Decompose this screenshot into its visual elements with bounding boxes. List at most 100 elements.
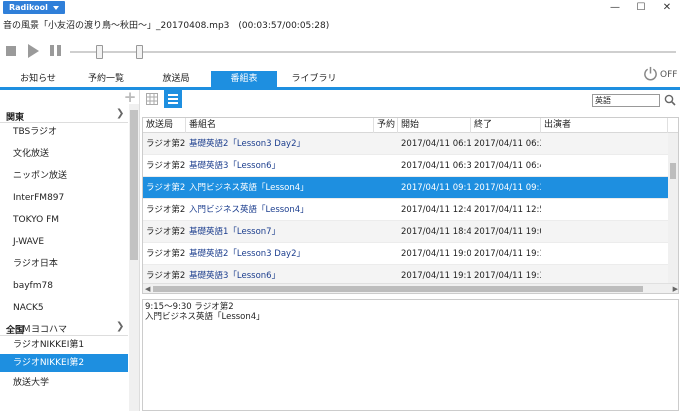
power-icon[interactable] bbox=[643, 66, 658, 81]
tab-reservations[interactable]: 予約一覧 bbox=[76, 71, 136, 87]
column-header-station[interactable]: 放送局 bbox=[143, 118, 186, 133]
table-row[interactable]: ラジオ第2 基礎英語3「Lesson6」 2017/04/11 06:30 20… bbox=[143, 155, 668, 177]
cell-start: 2017/04/11 09:15 bbox=[401, 183, 471, 193]
cell-title: 基礎英語2「Lesson3 Day2」 bbox=[189, 249, 305, 259]
scroll-thumb[interactable] bbox=[153, 286, 643, 292]
list-view-button[interactable] bbox=[164, 90, 182, 108]
cell-station: ラジオ第2 bbox=[146, 205, 186, 215]
stop-button[interactable] bbox=[4, 44, 18, 58]
detail-time-station: 9:15～9:30 ラジオ第2 bbox=[145, 302, 234, 312]
cell-start: 2017/04/11 06:30 bbox=[401, 161, 471, 171]
cell-title: 入門ビジネス英語「Lesson4」 bbox=[189, 205, 309, 215]
close-button[interactable]: ✕ bbox=[654, 0, 680, 15]
play-button[interactable] bbox=[26, 44, 40, 58]
cell-cast bbox=[541, 243, 668, 265]
list-view-icon bbox=[168, 94, 178, 104]
station-item[interactable]: TBSラジオ bbox=[0, 123, 128, 141]
app-menu-button[interactable]: Radikool bbox=[3, 1, 65, 14]
cell-cast bbox=[541, 199, 668, 221]
table-row[interactable]: ラジオ第2 入門ビジネス英語「Lesson4」 2017/04/11 12:40… bbox=[143, 199, 668, 221]
cell-station: ラジオ第2 bbox=[146, 139, 186, 149]
program-detail-pane: 9:15～9:30 ラジオ第2 入門ビジネス英語「Lesson4」 bbox=[142, 299, 679, 411]
station-sidebar: + 関東 ❯ TBSラジオ 文化放送 ニッポン放送 InterFM897 TOK… bbox=[0, 90, 140, 411]
column-header-start[interactable]: 開始 bbox=[398, 118, 471, 133]
column-header-end[interactable]: 終了 bbox=[471, 118, 541, 133]
seek-bar[interactable] bbox=[70, 51, 676, 53]
scroll-right-icon[interactable]: ▶ bbox=[673, 284, 678, 293]
chevron-right-icon[interactable]: ❯ bbox=[116, 108, 124, 119]
sidebar-scrollbar[interactable] bbox=[129, 104, 139, 411]
cell-title: 入門ビジネス英語「Lesson4」 bbox=[189, 183, 309, 193]
station-item[interactable]: ラジオNIKKEI第1 bbox=[0, 336, 128, 354]
cell-cast bbox=[541, 155, 668, 177]
search-input[interactable] bbox=[592, 94, 660, 107]
volume-handle[interactable] bbox=[136, 45, 143, 59]
player-controls bbox=[0, 42, 680, 62]
cell-end: 2017/04/11 19:15 bbox=[474, 249, 541, 259]
cell-end: 2017/04/11 06:45 bbox=[474, 161, 541, 171]
minimize-button[interactable]: — bbox=[602, 0, 628, 15]
station-item[interactable]: ニッポン放送 bbox=[0, 167, 128, 185]
column-header-reserve[interactable]: 予約 bbox=[374, 118, 398, 133]
main-tabs: お知らせ 予約一覧 放送局 番組表 ライブラリ bbox=[0, 71, 680, 87]
app-name: Radikool bbox=[9, 3, 48, 12]
cell-reserve bbox=[374, 221, 398, 243]
cell-station: ラジオ第2 bbox=[146, 227, 186, 237]
pause-button[interactable] bbox=[48, 44, 62, 58]
cell-end: 2017/04/11 19:00 bbox=[474, 227, 541, 237]
tab-program-guide[interactable]: 番組表 bbox=[211, 71, 277, 87]
cell-cast bbox=[541, 133, 668, 155]
cell-station: ラジオ第2 bbox=[146, 161, 186, 171]
table-row[interactable]: ラジオ第2 基礎英語2「Lesson3 Day2」 2017/04/11 19:… bbox=[143, 243, 668, 265]
add-icon[interactable]: + bbox=[123, 90, 137, 105]
cell-title: 基礎英語1「Lesson7」 bbox=[189, 227, 281, 237]
search-icon[interactable] bbox=[664, 94, 676, 106]
station-item[interactable]: 放送大学 bbox=[0, 374, 128, 392]
station-item[interactable]: NACK5 bbox=[0, 299, 128, 317]
scroll-thumb[interactable] bbox=[130, 110, 138, 260]
cell-start: 2017/04/11 19:00 bbox=[401, 249, 471, 259]
station-item[interactable]: InterFM897 bbox=[0, 189, 128, 207]
tab-library[interactable]: ライブラリ bbox=[284, 71, 344, 87]
station-item[interactable]: bayfm78 bbox=[0, 277, 128, 295]
tab-news[interactable]: お知らせ bbox=[8, 71, 68, 87]
table-row[interactable]: ラジオ第2 基礎英語2「Lesson3 Day2」 2017/04/11 06:… bbox=[143, 133, 668, 155]
column-header-title[interactable]: 番組名 bbox=[186, 118, 374, 133]
table-vertical-scrollbar[interactable] bbox=[668, 133, 678, 284]
table-row-selected[interactable]: ラジオ第2 入門ビジネス英語「Lesson4」 2017/04/11 09:15… bbox=[143, 177, 668, 199]
power-status: OFF bbox=[660, 70, 678, 80]
maximize-button[interactable]: ☐ bbox=[628, 0, 654, 15]
seek-handle[interactable] bbox=[96, 45, 103, 59]
now-playing-text: 音の風景「小友沼の渡り鳥～秋田～」_20170408.mp3 (00:03:57… bbox=[3, 21, 330, 31]
table-horizontal-scrollbar[interactable]: ◀ ▶ bbox=[143, 283, 678, 293]
cell-reserve bbox=[374, 133, 398, 155]
cell-start: 2017/04/11 18:45 bbox=[401, 227, 471, 237]
cell-cast bbox=[541, 177, 668, 199]
stop-icon bbox=[6, 46, 16, 56]
station-item[interactable]: TOKYO FM bbox=[0, 211, 128, 229]
program-table: 放送局 番組名 予約 開始 終了 出演者 ラジオ第2 基礎英語2「Lesson3… bbox=[142, 117, 679, 294]
chevron-down-icon bbox=[52, 5, 59, 10]
cell-start: 2017/04/11 06:15 bbox=[401, 139, 471, 149]
station-item[interactable]: J-WAVE bbox=[0, 233, 128, 251]
scroll-left-icon[interactable]: ◀ bbox=[145, 284, 150, 293]
cell-reserve bbox=[374, 243, 398, 265]
column-header-cast[interactable]: 出演者 bbox=[541, 118, 668, 133]
window-controls: — ☐ ✕ bbox=[602, 0, 680, 15]
grid-view-icon[interactable] bbox=[146, 93, 158, 105]
station-item-selected[interactable]: ラジオNIKKEI第2 bbox=[0, 354, 128, 372]
scroll-thumb[interactable] bbox=[670, 163, 676, 179]
station-item[interactable]: ラジオ日本 bbox=[0, 255, 128, 273]
station-item[interactable]: 文化放送 bbox=[0, 145, 128, 163]
table-row[interactable]: ラジオ第2 基礎英語1「Lesson7」 2017/04/11 18:45 20… bbox=[143, 221, 668, 243]
chevron-right-icon[interactable]: ❯ bbox=[116, 321, 124, 332]
tab-stations[interactable]: 放送局 bbox=[144, 71, 208, 87]
table-header: 放送局 番組名 予約 開始 終了 出演者 bbox=[143, 118, 678, 133]
cell-station: ラジオ第2 bbox=[146, 249, 186, 259]
cell-title: 基礎英語3「Lesson6」 bbox=[189, 161, 281, 171]
title-bar: Radikool — ☐ ✕ bbox=[0, 0, 680, 15]
cell-title: 基礎英語2「Lesson3 Day2」 bbox=[189, 139, 305, 149]
pause-icon bbox=[50, 45, 54, 56]
cell-end: 2017/04/11 09:30 bbox=[474, 183, 541, 193]
cell-cast bbox=[541, 221, 668, 243]
